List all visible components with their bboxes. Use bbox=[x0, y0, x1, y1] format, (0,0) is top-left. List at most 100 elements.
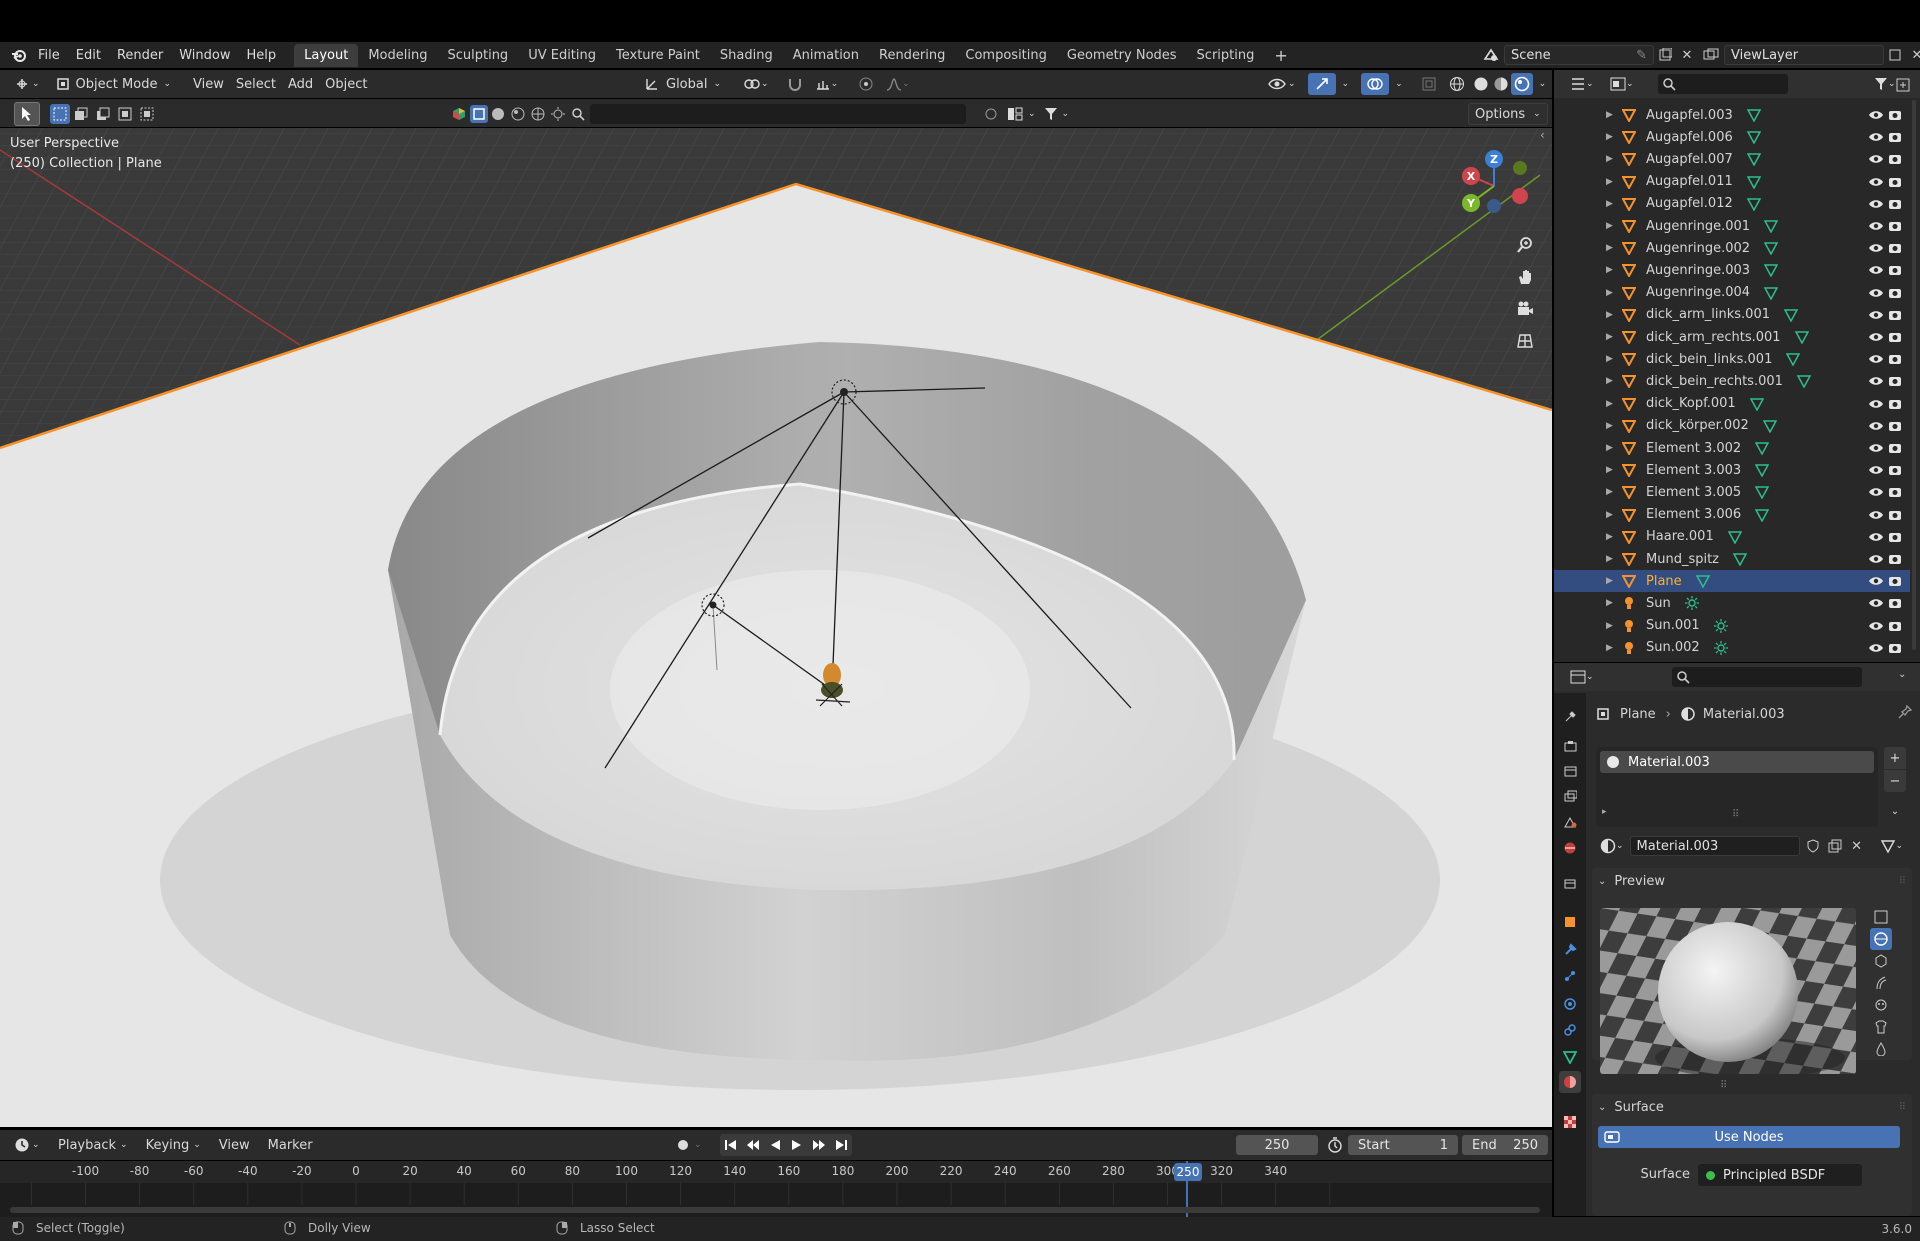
render-camera-icon[interactable] bbox=[1888, 575, 1902, 587]
eye-icon[interactable] bbox=[1868, 153, 1884, 165]
mesh-data-icon[interactable] bbox=[1747, 175, 1761, 189]
new-view-layer-icon[interactable] bbox=[1884, 44, 1906, 66]
scene-field[interactable]: Scene ✎ bbox=[1504, 45, 1654, 65]
expand-arrow-icon[interactable]: ▶ bbox=[1606, 487, 1613, 497]
render-camera-icon[interactable] bbox=[1888, 420, 1902, 432]
eye-icon[interactable] bbox=[1868, 553, 1884, 565]
axis-z-icon[interactable]: Z bbox=[1485, 150, 1503, 168]
render-camera-icon[interactable] bbox=[1888, 620, 1902, 632]
mesh-data-icon[interactable] bbox=[1764, 219, 1778, 233]
viewport-menu-select[interactable]: Select bbox=[230, 73, 282, 95]
unlink-material-icon[interactable]: ✕ bbox=[1846, 835, 1868, 857]
browse-material-button[interactable]: ⌄ bbox=[1596, 835, 1628, 857]
expand-arrow-icon[interactable]: ▶ bbox=[1606, 288, 1613, 298]
expand-arrow-icon[interactable]: ▶ bbox=[1606, 643, 1613, 653]
navigation-gizmo[interactable]: Z X Y bbox=[1456, 146, 1536, 226]
outliner-row[interactable]: ▶ Sun bbox=[1554, 592, 1910, 614]
expand-arrow-icon[interactable]: ▶ bbox=[1606, 598, 1613, 608]
mesh-data-icon[interactable] bbox=[1784, 308, 1798, 322]
render-camera-icon[interactable] bbox=[1888, 531, 1902, 543]
tab-uv-editing[interactable]: UV Editing bbox=[518, 44, 606, 67]
view-layer-icon[interactable] bbox=[1700, 44, 1722, 66]
eye-icon[interactable] bbox=[1868, 131, 1884, 143]
pan-hand-icon[interactable] bbox=[1514, 266, 1536, 288]
viewport-menu-view[interactable]: View bbox=[187, 73, 230, 95]
mesh-data-icon[interactable] bbox=[1755, 463, 1769, 478]
snap-target-button[interactable]: ⌄ bbox=[809, 73, 845, 95]
render-camera-icon[interactable] bbox=[1888, 198, 1902, 210]
world-tab-icon[interactable] bbox=[1559, 837, 1581, 859]
select-extend-icon[interactable] bbox=[70, 107, 92, 121]
expand-arrow-icon[interactable]: ▶ bbox=[1606, 621, 1613, 631]
render-camera-icon[interactable] bbox=[1888, 442, 1902, 454]
visibility-toggle[interactable]: ⌄ bbox=[1262, 73, 1302, 95]
expand-arrow-icon[interactable]: ▶ bbox=[1606, 243, 1613, 253]
render-camera-icon[interactable] bbox=[1888, 176, 1902, 188]
outliner-row[interactable]: ▶ Sun.001 bbox=[1554, 615, 1910, 637]
eye-icon[interactable] bbox=[1868, 375, 1884, 387]
jump-end-icon[interactable] bbox=[830, 1134, 852, 1156]
eye-icon[interactable] bbox=[1868, 398, 1884, 410]
eye-icon[interactable] bbox=[1868, 331, 1884, 343]
new-scene-icon[interactable] bbox=[1654, 44, 1676, 66]
viewport-menu-add[interactable]: Add bbox=[282, 73, 319, 95]
timeline-scrollbar[interactable] bbox=[10, 1207, 1540, 1213]
eye-icon[interactable] bbox=[1868, 242, 1884, 254]
menu-render[interactable]: Render bbox=[109, 48, 171, 63]
output-tab-icon[interactable] bbox=[1559, 760, 1581, 782]
editor-type-button[interactable]: ⌄ bbox=[8, 73, 46, 95]
mesh-data-icon[interactable] bbox=[1755, 485, 1769, 500]
tab-rendering[interactable]: Rendering bbox=[869, 44, 955, 67]
outliner-row[interactable]: ▶ dick_bein_links.001 bbox=[1554, 348, 1910, 370]
sidebar-toggle-icon[interactable]: ‹ bbox=[1540, 128, 1545, 142]
outliner-row[interactable]: ▶ Augapfel.011 bbox=[1554, 171, 1910, 193]
outliner-editor-type[interactable]: ⌄ bbox=[1564, 73, 1600, 95]
select-invert-icon[interactable] bbox=[114, 107, 136, 121]
object-color-icon[interactable] bbox=[452, 107, 470, 121]
outliner-row[interactable]: ▶ Augenringe.004 bbox=[1554, 282, 1910, 304]
preview-hair-icon[interactable] bbox=[1870, 972, 1892, 994]
light-data-icon[interactable] bbox=[1714, 618, 1728, 633]
select-tool-button[interactable] bbox=[14, 102, 40, 126]
eye-icon[interactable] bbox=[1868, 509, 1884, 521]
expand-arrow-icon[interactable]: ▶ bbox=[1606, 332, 1613, 342]
preview-cloth-icon[interactable] bbox=[1870, 1016, 1892, 1038]
gizmo-toggle[interactable] bbox=[1307, 73, 1336, 95]
eye-icon[interactable] bbox=[1868, 176, 1884, 188]
axis-y-icon[interactable]: Y bbox=[1462, 194, 1480, 212]
link-type-button[interactable]: ⌄ bbox=[1874, 835, 1910, 857]
3d-viewport[interactable]: User Perspective (250) Collection | Plan… bbox=[0, 128, 1552, 1127]
gizmo-dropdown[interactable]: ⌄ bbox=[1336, 73, 1356, 95]
orthographic-toggle-icon[interactable] bbox=[1514, 330, 1536, 352]
tab-shading[interactable]: Shading bbox=[710, 44, 783, 67]
playhead-frame-badge[interactable]: 250 bbox=[1174, 1163, 1202, 1181]
render-camera-icon[interactable] bbox=[1888, 109, 1902, 121]
material-slot-row[interactable]: Material.003 bbox=[1600, 751, 1874, 773]
scene-icon[interactable] bbox=[1480, 44, 1502, 66]
display-mode-button[interactable]: ⌄ bbox=[1604, 73, 1640, 95]
falloff-button[interactable]: ⌄ bbox=[880, 73, 916, 95]
tab-layout[interactable]: Layout bbox=[294, 43, 359, 67]
outliner-row[interactable]: ▶ dick_Kopf.001 bbox=[1554, 393, 1910, 415]
render-camera-icon[interactable] bbox=[1888, 597, 1902, 609]
properties-editor-type[interactable]: ⌄ bbox=[1564, 666, 1600, 688]
expand-arrow-icon[interactable]: ▶ bbox=[1606, 354, 1613, 364]
outliner-row[interactable]: ▶ dick_körper.002 bbox=[1554, 415, 1910, 437]
timeline-menu-marker[interactable]: Marker bbox=[262, 1134, 319, 1156]
view-layer-tab-icon[interactable] bbox=[1559, 785, 1581, 807]
drag-handle-icon[interactable]: ⠿ bbox=[1899, 876, 1906, 887]
eye-icon[interactable] bbox=[1868, 198, 1884, 210]
mesh-data-icon[interactable] bbox=[1763, 419, 1777, 433]
viewport-menu-object[interactable]: Object bbox=[319, 73, 373, 95]
outliner-row[interactable]: ▶ Augenringe.002 bbox=[1554, 237, 1910, 259]
eye-icon[interactable] bbox=[1868, 642, 1884, 654]
overlays-toggle[interactable] bbox=[1361, 73, 1390, 95]
eye-icon[interactable] bbox=[1868, 109, 1884, 121]
material-filter-icon[interactable] bbox=[488, 107, 508, 121]
zoom-icon[interactable] bbox=[1514, 234, 1536, 256]
mesh-data-icon[interactable] bbox=[1764, 263, 1778, 278]
expand-arrow-icon[interactable]: ▶ bbox=[1606, 443, 1613, 453]
mesh-data-icon[interactable] bbox=[1747, 197, 1761, 211]
drag-handle-icon[interactable]: ⠿ bbox=[1899, 1102, 1906, 1113]
physics-tab-icon[interactable] bbox=[1559, 993, 1581, 1015]
